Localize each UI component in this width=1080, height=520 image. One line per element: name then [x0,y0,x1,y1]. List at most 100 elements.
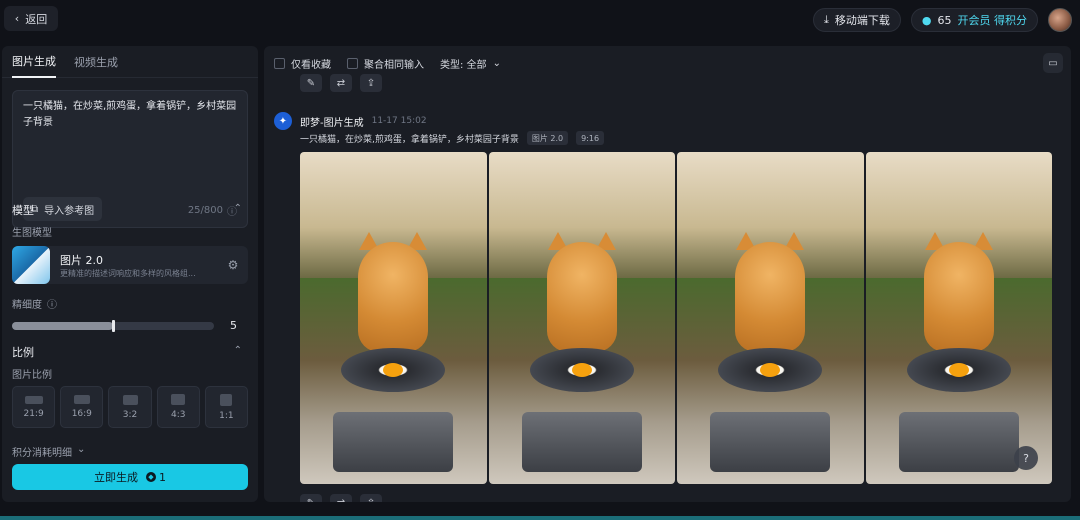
credit-coin-icon: ◆ [146,472,156,482]
generate-cost-value: 1 [159,470,166,484]
ratio-option-16-9[interactable]: 16:9 [60,386,104,428]
ratio-label: 16:9 [71,409,92,419]
generated-image[interactable] [488,152,676,484]
mobile-download-label: 移动端下载 [834,14,890,27]
tab-video-generation[interactable]: 视频生成 [74,46,118,78]
generation-prompt-row: 一只橘猫，在炒菜,煎鸡蛋，拿着锅铲，乡村菜园子背景 图片 2.0 9:16 [300,131,605,145]
result-actions: ✎ ⇄ ⇪ [300,494,382,502]
chevron-down-icon: ⌄ [77,444,86,455]
checkbox-box[interactable] [274,57,285,69]
type-filter-dropdown[interactable]: 类型: 全部 ⌄ [440,56,501,71]
chevron-down-icon: ⌄ [492,57,501,69]
help-button[interactable]: ? [1014,446,1038,470]
generated-image[interactable] [300,152,487,484]
ratio-shape-icon [220,393,233,406]
model-thumbnail [12,246,50,284]
sliders-icon[interactable]: ⚙ [226,258,240,272]
egg-yolk [948,363,969,377]
back-label: 返回 [25,12,48,26]
model-subtitle: 生图模型 [12,228,52,239]
ratio-label: 1:1 [219,410,234,421]
precision-slider-handle[interactable] [112,320,115,332]
share-icon[interactable]: ⇪ [360,74,382,92]
generation-title: 即梦-图片生成 [300,117,364,129]
credits-pill[interactable]: ● 65 开会员 得积分 [910,8,1038,32]
cat-figure [358,242,429,352]
merge-same-input-checkbox[interactable]: 聚合相同输入 [347,56,424,71]
download-icon: ⤓ [824,13,829,26]
ratio-options: 21:9 16:9 3:2 4:3 1:1 [12,386,249,428]
ratio-option-4-3[interactable]: 4:3 [156,386,200,428]
ratio-shape-icon [73,395,90,404]
left-panel: 图片生成 视频生成 一只橘猫，在炒菜,煎鸡蛋，拿着锅铲，乡村菜园子背景 ⧉ 导入… [2,46,258,502]
generate-label: 立即生成 [94,471,138,484]
precision-slider[interactable] [12,320,214,332]
generated-image[interactable]: ? [865,152,1053,484]
generated-image[interactable] [677,152,864,484]
share-icon[interactable]: ⇪ [360,494,382,502]
chevron-up-icon[interactable]: ⌃ [234,345,242,356]
vip-link[interactable]: 开会员 得积分 [958,12,1028,28]
model-tag: 图片 2.0 [526,131,569,145]
info-icon[interactable]: ⓘ [47,296,57,311]
cat-figure [546,242,617,352]
bottom-accent-line [0,516,1080,520]
credit-coin-icon: ● [921,13,932,27]
cost-details-toggle[interactable]: 积分消耗明细 ⌄ [12,444,85,459]
char-counter: 25/800 ⓘ [188,203,237,218]
ratio-tag: 9:16 [576,131,605,145]
ratio-shape-icon [122,394,138,405]
chevron-up-icon[interactable]: ⌃ [234,203,242,214]
cat-figure [923,242,994,352]
import-reference-label: 导入参考图 [44,205,95,217]
prompt-input[interactable]: 一只橘猫，在炒菜,煎鸡蛋，拿着锅铲，乡村菜园子背景 ⧉ 导入参考图 25/800… [12,90,248,228]
type-filter-label: 类型: 全部 [440,59,487,71]
ratio-label: 3:2 [122,409,138,420]
model-name: 图片 2.0 [60,254,103,267]
precision-label: 精细度 [12,300,42,311]
image-gallery: ? [300,152,1052,484]
generate-cost: ◆ 1 [146,471,166,484]
edit-icon[interactable]: ✎ [300,494,322,502]
generate-button[interactable]: 立即生成 ◆ 1 [12,464,248,490]
checkbox-box[interactable] [347,57,358,69]
prompt-text[interactable]: 一只橘猫，在炒菜,煎鸡蛋，拿着锅铲，乡村菜园子背景 [23,99,237,131]
folder-icon[interactable]: ▭ [1043,53,1063,73]
precision-title: 精细度 ⓘ [12,296,57,311]
top-right-toolbar: ⤓ 移动端下载 ● 65 开会员 得积分 [813,8,1072,32]
chevron-left-icon: ‹ [14,12,20,25]
favorites-only-label: 仅看收藏 [291,59,331,71]
import-reference-button[interactable]: ⧉ 导入参考图 [23,197,103,221]
ratio-option-21-9[interactable]: 21:9 [12,386,56,428]
edit-icon[interactable]: ✎ [300,74,322,92]
regenerate-icon[interactable]: ⇄ [330,74,352,92]
ratio-option-1-1[interactable]: 1:1 [204,386,249,428]
generation-prompt[interactable]: 一只橘猫，在炒菜,煎鸡蛋，拿着锅铲，乡村菜园子背景 [300,132,519,145]
credits-count: 65 [937,13,952,27]
avatar[interactable] [1048,8,1072,32]
cost-details-label: 积分消耗明细 [12,448,72,459]
precision-slider-fill [12,322,113,330]
egg-yolk [571,363,592,377]
model-description: 更精准的描述词响应和多样的风格组... [60,269,196,278]
generation-time: 11-17 15:02 [371,116,427,126]
generation-header: ✦ 即梦-图片生成 11-17 15:02 [274,112,427,130]
ratio-shape-icon [24,395,43,404]
model-selector[interactable]: 图片 2.0 更精准的描述词响应和多样的风格组... ⚙ [12,246,248,284]
ratio-subtitle: 图片比例 [12,370,52,381]
stove [898,412,1019,472]
stove [521,412,642,472]
brand-logo-icon: ✦ [274,112,292,130]
prev-result-actions: ✎ ⇄ ⇪ [300,74,382,92]
model-section-title: 模型 [12,204,34,217]
merge-same-input-label: 聚合相同输入 [364,59,424,71]
ratio-option-3-2[interactable]: 3:2 [108,386,152,428]
back-button[interactable]: ‹ 返回 [4,6,58,31]
ratio-label: 4:3 [170,410,186,420]
ratio-shape-icon [171,394,186,405]
favorites-only-checkbox[interactable]: 仅看收藏 [274,56,331,71]
tab-image-generation[interactable]: 图片生成 [12,46,56,78]
regenerate-icon[interactable]: ⇄ [330,494,352,502]
mobile-download-button[interactable]: ⤓ 移动端下载 [813,8,901,32]
ratio-section-title: 比例 [12,346,34,359]
